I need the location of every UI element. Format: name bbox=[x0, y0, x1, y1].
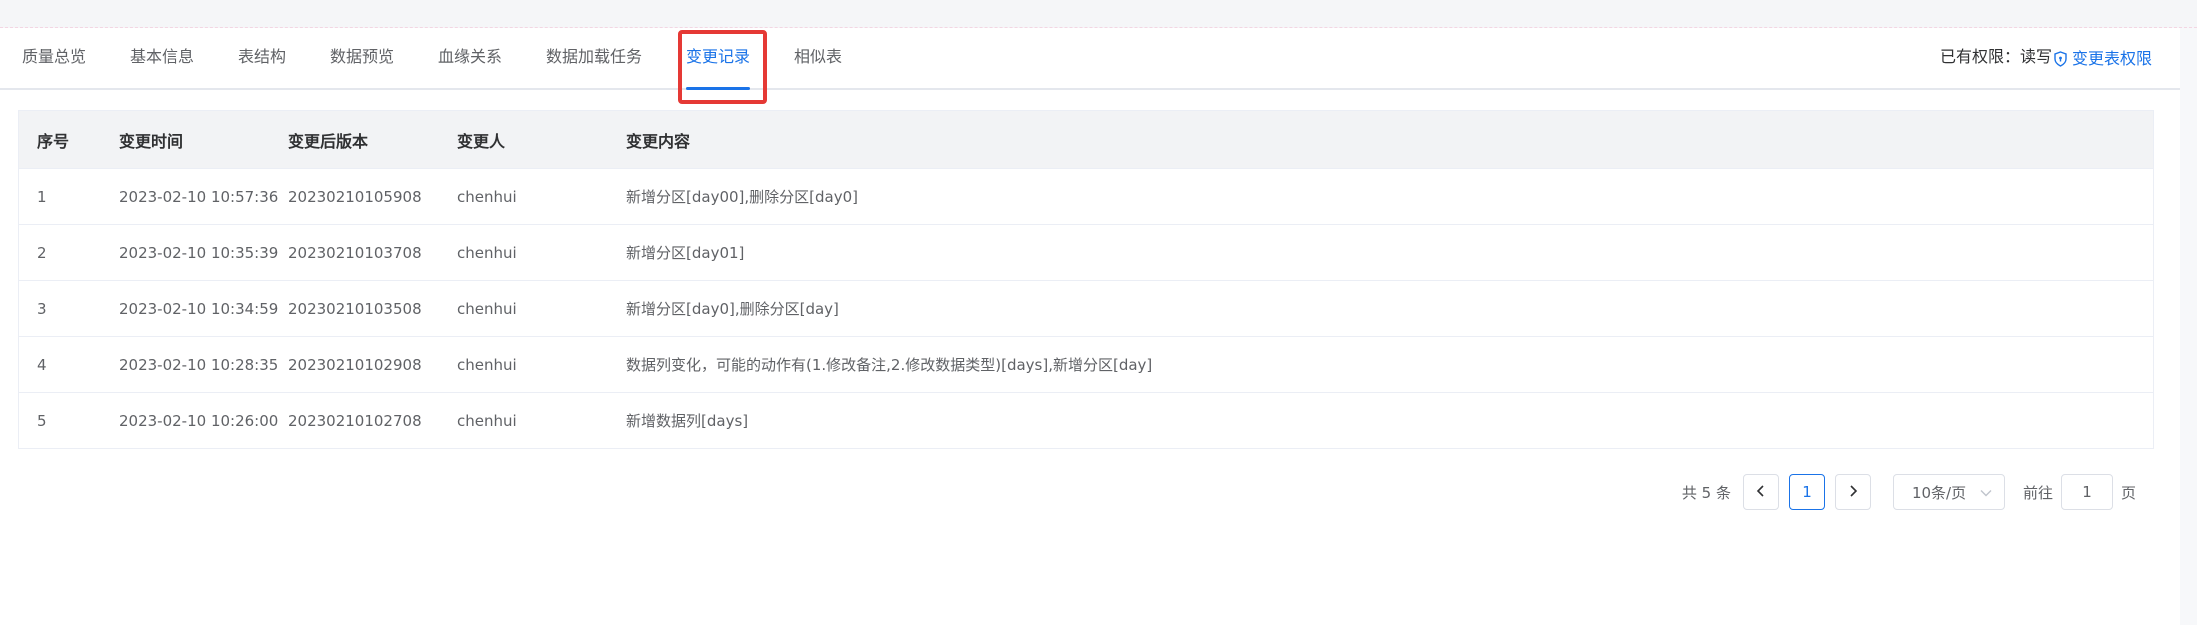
cell-version: 20230210105908 bbox=[288, 187, 422, 206]
cell-change-time: 2023-02-10 10:28:35 bbox=[119, 355, 279, 374]
change-permission-label: 变更表权限 bbox=[2071, 49, 2152, 68]
page-size-select[interactable]: 10条/页 bbox=[1892, 474, 2005, 510]
header-change-content: 变更内容 bbox=[626, 131, 691, 151]
tab-lineage[interactable]: 血缘关系 bbox=[438, 28, 502, 90]
cell-version: 20230210102908 bbox=[288, 355, 422, 374]
cell-changer: chenhui bbox=[457, 187, 517, 206]
pagination-total: 共 5 条 bbox=[1681, 483, 1731, 502]
page-size-value: 10条/页 bbox=[1911, 483, 1967, 502]
tab-basic-info[interactable]: 基本信息 bbox=[130, 28, 194, 90]
cell-change-content: 新增分区[day00],删除分区[day0] bbox=[626, 188, 858, 206]
tab-change-log[interactable]: 变更记录 bbox=[686, 28, 751, 90]
cell-index: 1 bbox=[37, 187, 47, 206]
table-row: 5 2023-02-10 10:26:00 20230210102708 che… bbox=[19, 393, 2153, 449]
header-changer: 变更人 bbox=[457, 131, 506, 151]
tab-bar: 质量总览 基本信息 表结构 数据预览 血缘关系 数据加载任务 变更记录 相似表 … bbox=[0, 28, 2180, 90]
cell-version: 20230210103708 bbox=[288, 243, 422, 262]
goto-page-input[interactable] bbox=[2060, 474, 2113, 510]
cell-change-content: 新增数据列[days] bbox=[626, 412, 749, 430]
shield-icon bbox=[2053, 51, 2068, 67]
cell-version: 20230210103508 bbox=[288, 299, 422, 318]
page: 质量总览 基本信息 表结构 数据预览 血缘关系 数据加载任务 变更记录 相似表 … bbox=[0, 0, 2197, 625]
tab-data-preview[interactable]: 数据预览 bbox=[330, 28, 394, 90]
chevron-left-icon bbox=[1756, 483, 1766, 501]
next-page-button[interactable] bbox=[1834, 474, 1871, 510]
tab-table-structure[interactable]: 表结构 bbox=[238, 28, 286, 90]
cell-change-time: 2023-02-10 10:26:00 bbox=[119, 411, 279, 430]
chevron-right-icon bbox=[1848, 483, 1858, 501]
cell-index: 4 bbox=[37, 355, 47, 374]
tab-data-load-tasks[interactable]: 数据加载任务 bbox=[546, 28, 642, 90]
table-row: 2 2023-02-10 10:35:39 20230210103708 che… bbox=[19, 225, 2153, 281]
content-card: 质量总览 基本信息 表结构 数据预览 血缘关系 数据加载任务 变更记录 相似表 … bbox=[0, 28, 2180, 625]
header-change-time: 变更时间 bbox=[119, 131, 184, 151]
cell-index: 3 bbox=[37, 299, 47, 318]
cell-changer: chenhui bbox=[457, 355, 517, 374]
cell-index: 2 bbox=[37, 243, 47, 262]
pagination: 共 5 条 1 10条/页 前往 页 bbox=[1682, 474, 2136, 510]
cell-change-content: 新增分区[day0],删除分区[day] bbox=[626, 300, 839, 318]
header-index: 序号 bbox=[37, 131, 70, 151]
cell-change-content: 数据列变化，可能的动作有(1.修改备注,2.修改数据类型)[days],新增分区… bbox=[626, 356, 1153, 374]
chevron-down-icon bbox=[1980, 483, 1992, 501]
cell-index: 5 bbox=[37, 411, 47, 430]
cell-change-time: 2023-02-10 10:57:36 bbox=[119, 187, 279, 206]
goto-label: 前往 bbox=[2022, 483, 2053, 502]
tab-quality-overview[interactable]: 质量总览 bbox=[22, 28, 86, 90]
cell-change-content: 新增分区[day01] bbox=[626, 244, 745, 262]
prev-page-button[interactable] bbox=[1742, 474, 1779, 510]
cell-changer: chenhui bbox=[457, 411, 517, 430]
page-unit-label: 页 bbox=[2120, 483, 2136, 502]
change-permission-link[interactable]: 变更表权限 bbox=[2053, 28, 2152, 90]
cell-change-time: 2023-02-10 10:35:39 bbox=[119, 243, 279, 262]
cell-change-time: 2023-02-10 10:34:59 bbox=[119, 299, 279, 318]
current-permission: 已有权限：读写 bbox=[1939, 47, 2052, 66]
table-row: 1 2023-02-10 10:57:36 20230210105908 che… bbox=[19, 169, 2153, 225]
table-row: 3 2023-02-10 10:34:59 20230210103508 che… bbox=[19, 281, 2153, 337]
cell-version: 20230210102708 bbox=[288, 411, 422, 430]
top-strip bbox=[0, 0, 2197, 28]
header-version: 变更后版本 bbox=[288, 131, 369, 151]
tab-similar-tables[interactable]: 相似表 bbox=[794, 28, 842, 90]
cell-changer: chenhui bbox=[457, 243, 517, 262]
page-number-button[interactable]: 1 bbox=[1788, 474, 1825, 510]
table-row: 4 2023-02-10 10:28:35 20230210102908 che… bbox=[19, 337, 2153, 393]
table-header: 序号 变更时间 变更后版本 变更人 变更内容 bbox=[19, 111, 2153, 169]
change-log-table: 序号 变更时间 变更后版本 变更人 变更内容 1 2023-02-10 10:5… bbox=[18, 110, 2154, 449]
cell-changer: chenhui bbox=[457, 299, 517, 318]
